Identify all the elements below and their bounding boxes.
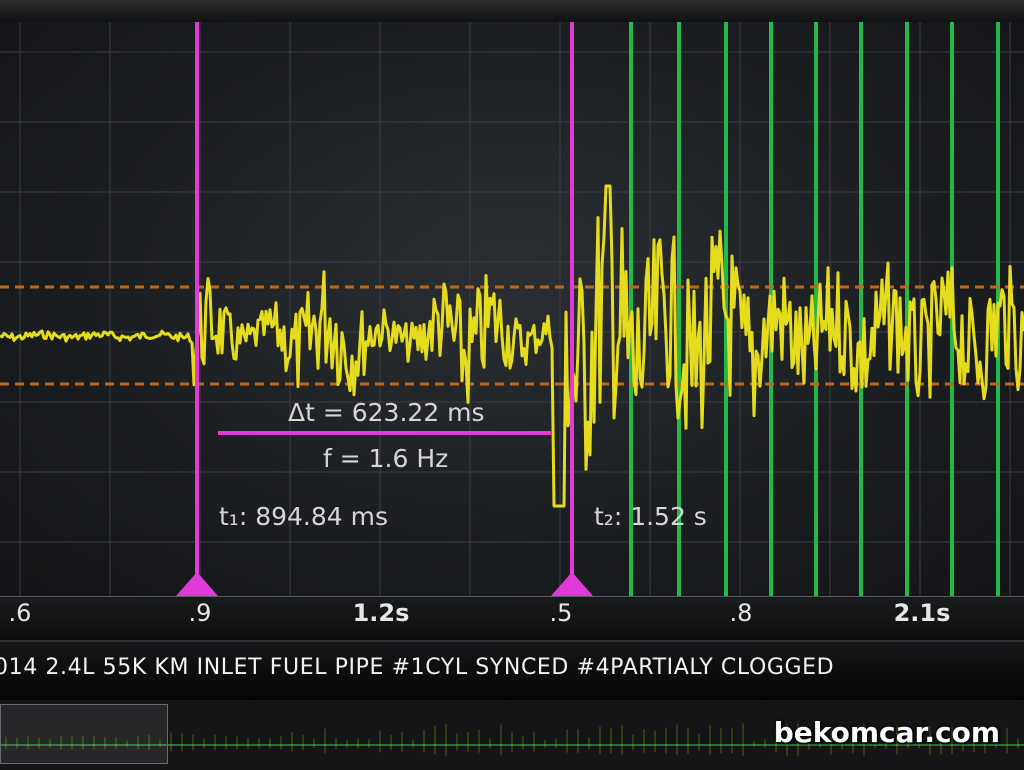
recording-title-bar: 014 2.4L 55K KM INLET FUEL PIPE #1CYL SY… (0, 640, 1024, 702)
waveform-canvas (0, 22, 1024, 596)
axis-tick-label: .8 (729, 599, 753, 627)
axis-tick-label: 2.1s (893, 599, 951, 627)
overview-scrollbar[interactable]: bekomcar.com (0, 700, 1024, 770)
overview-viewport-handle[interactable] (0, 704, 168, 764)
cursor-t2-label: t₂: 1.52 s (594, 502, 707, 531)
cursor-t1-label: t₁: 894.84 ms (219, 502, 388, 531)
axis-tick-label: .5 (549, 599, 573, 627)
grid-lines (0, 22, 1024, 596)
axis-tick-label: 1.2s (352, 599, 410, 627)
axis-tick-label: .6 (8, 599, 32, 627)
signal-trace (0, 184, 1024, 508)
axis-tick-label: .9 (188, 599, 212, 627)
frequency-label: f = 1.6 Hz (323, 444, 449, 473)
delta-time-label: Δt = 623.22 ms (288, 398, 485, 427)
cursor-t2-handle[interactable] (551, 572, 593, 596)
cursor-t1-handle[interactable] (176, 572, 218, 596)
recording-caption: 014 2.4L 55K KM INLET FUEL PIPE #1CYL SY… (0, 655, 835, 680)
watermark-logo: bekomcar.com (773, 716, 1000, 749)
waveform-plot[interactable]: Δt = 623.22 ms f = 1.6 Hz t₁: 894.84 ms … (0, 22, 1024, 596)
time-axis: .6 .9 1.2s .5 .8 2.1s (0, 596, 1024, 635)
top-edge (0, 0, 1024, 23)
